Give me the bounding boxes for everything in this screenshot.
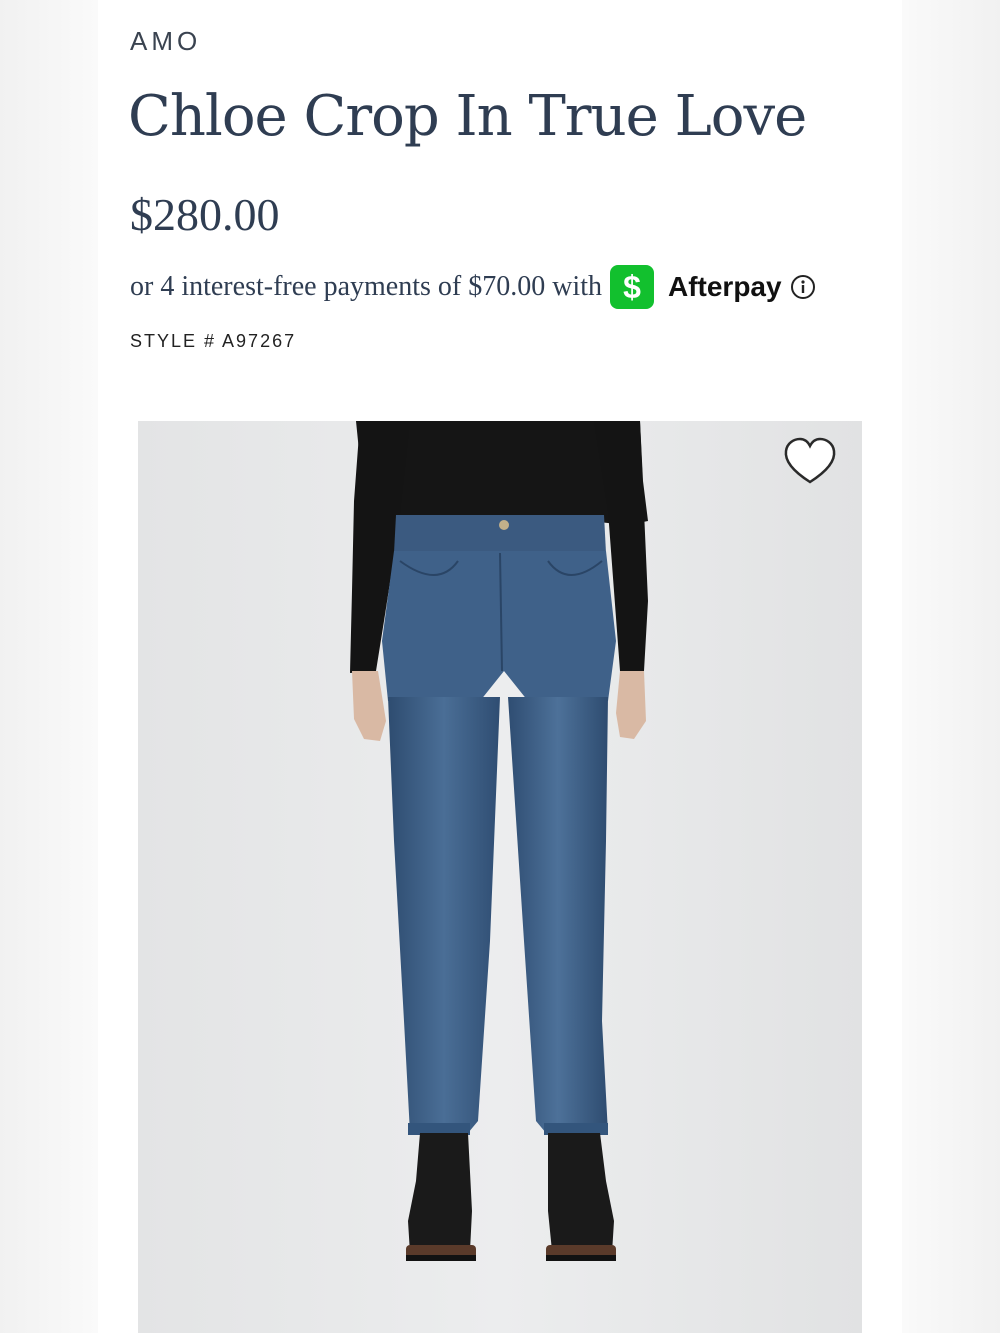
product-title: Chloe Crop In True Love <box>128 84 807 149</box>
cash-app-icon: $ <box>609 265 654 309</box>
product-image[interactable] <box>138 421 862 1333</box>
product-page: AMO Chloe Crop In True Love $280.00 or 4… <box>0 0 1000 1333</box>
jeans-photo <box>138 421 862 1333</box>
style-number: STYLE # A97267 <box>130 331 297 351</box>
afterpay-label: Afterpay <box>667 271 782 302</box>
wishlist-heart-icon[interactable] <box>782 436 838 486</box>
installments-row: or 4 interest-free payments of $70.00 wi… <box>130 262 816 312</box>
installments-text: or 4 interest-free payments of $70.00 wi… <box>130 271 602 302</box>
product-price: $280.00 <box>130 189 280 240</box>
info-icon[interactable] <box>790 274 816 300</box>
brand-name[interactable]: AMO <box>130 26 201 57</box>
